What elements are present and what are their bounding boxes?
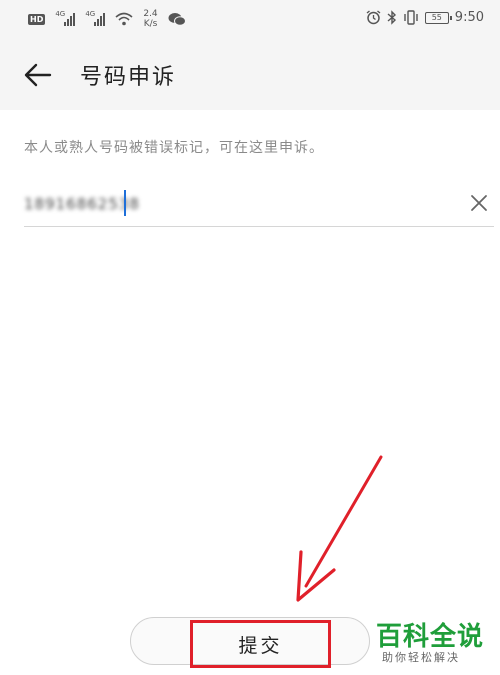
signal-icon-1: 4G: [55, 10, 76, 26]
speed-value: 2.4: [143, 9, 158, 19]
status-left: HD 4G 4G 2.4 K/s: [28, 9, 186, 29]
vibrate-icon: [404, 10, 418, 25]
clock: 9:50: [454, 10, 484, 25]
phone-number-input[interactable]: [24, 190, 424, 218]
status-right: 55 9:50: [366, 10, 484, 25]
network-label-2: 4G: [85, 10, 96, 18]
status-bar: HD 4G 4G 2.4 K/s 55 9:50: [0, 0, 500, 40]
page-title: 号码申诉: [80, 65, 177, 90]
appeal-hint: 本人或熟人号码被错误标记，可在这里申诉。: [24, 140, 324, 156]
close-icon: [471, 195, 487, 211]
clear-button[interactable]: [468, 192, 490, 214]
bluetooth-icon: [387, 10, 396, 25]
text-cursor: [124, 190, 126, 216]
wechat-icon: [168, 12, 186, 26]
back-arrow-icon: [24, 63, 52, 87]
number-field[interactable]: [24, 182, 494, 227]
battery-icon: 55: [424, 11, 452, 24]
battery-level: 55: [431, 12, 442, 22]
network-speed: 2.4 K/s: [143, 9, 157, 29]
speed-unit: K/s: [143, 19, 158, 29]
wifi-icon: [115, 12, 133, 26]
submit-button[interactable]: 提交: [190, 620, 331, 668]
app-bar: 号码申诉: [0, 40, 500, 110]
back-button[interactable]: [20, 57, 56, 93]
signal-icon-2: 4G: [85, 10, 106, 26]
watermark-slogan: 助你轻松解决: [382, 651, 460, 664]
hd-badge: HD: [28, 13, 46, 25]
alarm-icon: [366, 10, 381, 25]
watermark-logo: 百科全说: [376, 622, 485, 652]
network-label-1: 4G: [55, 10, 66, 18]
